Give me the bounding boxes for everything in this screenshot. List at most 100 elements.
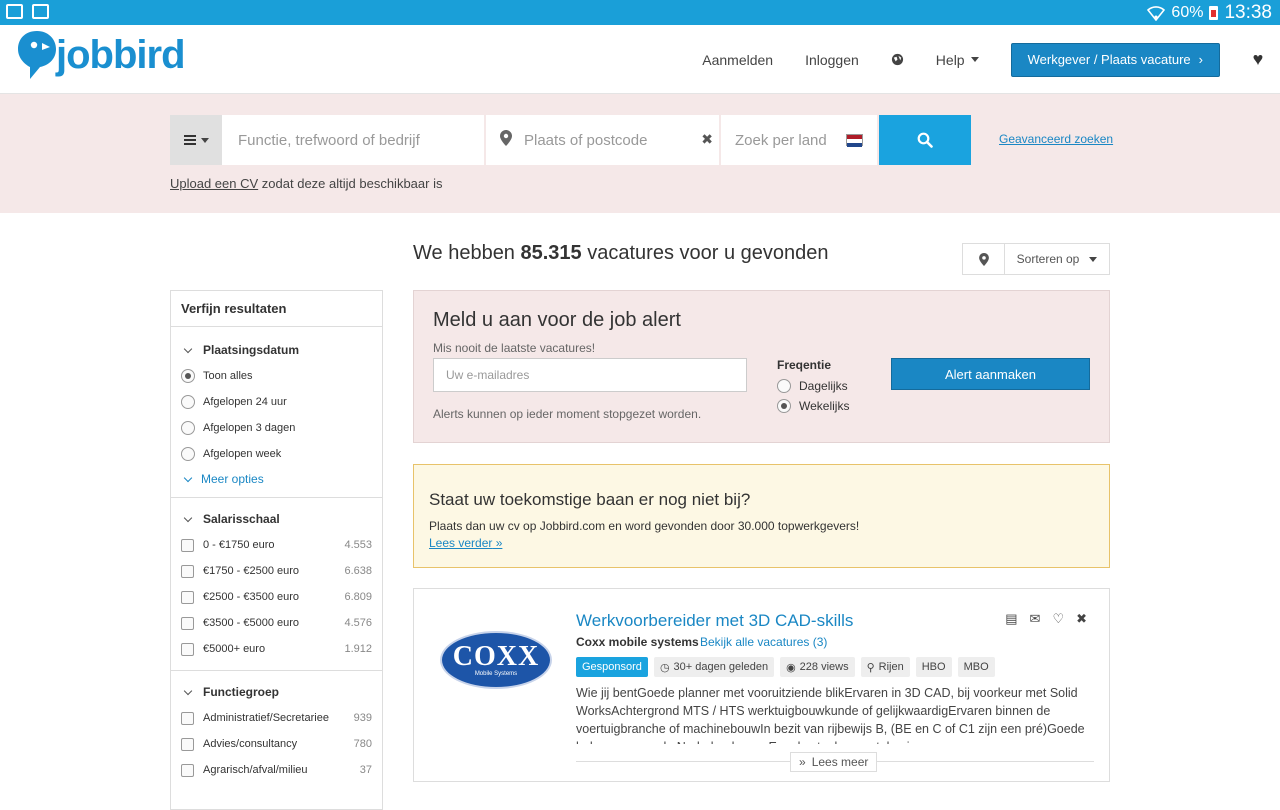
sort-dropdown[interactable]: Sorteren op [1005, 244, 1109, 274]
employer-post-vacancy-button[interactable]: Werkgever / Plaats vacature › [1010, 42, 1220, 77]
option-label: €1750 - €2500 euro [203, 565, 300, 577]
sponsored-badge: Gesponsord [576, 657, 648, 677]
company-logo[interactable]: COXX Mobile Systems [440, 631, 552, 689]
caret-down-icon [970, 57, 979, 62]
option-count: 4.576 [344, 617, 372, 629]
date-option[interactable]: Afgelopen 24 uur [181, 389, 372, 415]
date-option[interactable]: Afgelopen week [181, 441, 372, 467]
clear-location-icon[interactable]: ✖ [701, 131, 713, 148]
radio[interactable] [181, 395, 195, 409]
country-select[interactable]: Zoek per land [721, 115, 877, 165]
advanced-search-link[interactable]: Geavanceerd zoeken [999, 132, 1113, 146]
main-nav: Aanmelden Inloggen Help Werkgever / Plaa… [702, 25, 1280, 94]
caret-down-icon [200, 137, 209, 143]
search-button[interactable] [879, 115, 971, 165]
caret-down-icon [1089, 256, 1098, 262]
checkbox[interactable] [181, 616, 194, 630]
clock: 13:38 [1224, 2, 1272, 23]
option-count: 4.553 [344, 539, 372, 551]
views-tag: ◉ 228 views [780, 657, 855, 677]
checkbox[interactable] [181, 538, 194, 552]
favorites-heart-icon[interactable]: ♥ [1236, 49, 1280, 70]
job-alert-subtitle: Mis nooit de laatste vacatures! [433, 341, 596, 355]
heart-icon[interactable]: ♡ [1052, 611, 1064, 627]
checkbox[interactable] [181, 590, 194, 604]
help-dropdown[interactable]: Help [936, 52, 979, 68]
close-icon[interactable]: ✖ [1076, 611, 1087, 627]
salary-option[interactable]: €2500 - €3500 euro 6.809 [181, 584, 372, 610]
promo-title: Staat uw toekomstige baan er nog niet bi… [429, 490, 751, 509]
radio-selected[interactable] [181, 369, 195, 383]
read-more-link[interactable]: Lees verder » [429, 536, 502, 550]
group-option[interactable]: Advies/consultancy 780 [181, 731, 372, 757]
language-globe-icon[interactable] [891, 53, 904, 66]
more-options-link[interactable]: Meer opties [181, 467, 372, 491]
netherlands-flag-icon [846, 134, 863, 147]
salary-option[interactable]: €1750 - €2500 euro 6.638 [181, 558, 372, 584]
checkbox[interactable] [181, 737, 194, 751]
checkbox[interactable] [181, 564, 194, 578]
salary-option[interactable]: €3500 - €5000 euro 4.576 [181, 610, 372, 636]
chevron-down-icon [183, 686, 193, 695]
create-alert-button[interactable]: Alert aanmaken [891, 358, 1090, 390]
email-input[interactable]: Uw e-mailadres [433, 358, 747, 392]
salary-option[interactable]: €5000+ euro 1.912 [181, 636, 372, 662]
checkbox[interactable] [181, 763, 194, 777]
email-placeholder: Uw e-mailadres [446, 368, 530, 382]
keyword-placeholder: Functie, trefwoord of bedrijf [238, 131, 420, 149]
map-marker-icon: ⚲ [866, 661, 875, 674]
chevron-down-icon [183, 513, 193, 522]
function-group-header[interactable]: Functiegroep [181, 685, 372, 699]
register-link[interactable]: Aanmelden [702, 52, 773, 68]
group-option[interactable]: Administratief/Secretariee 939 [181, 705, 372, 731]
date-option[interactable]: Toon alles [181, 363, 372, 389]
jobbird-logo[interactable]: jobbird [16, 29, 186, 81]
status-bar: 60% 13:38 [0, 0, 1280, 25]
date-option[interactable]: Afgelopen 3 dagen [181, 415, 372, 441]
option-label: €3500 - €5000 euro [203, 617, 300, 629]
eye-icon: ◉ [786, 661, 796, 674]
date-filter-header[interactable]: Plaatsingsdatum [181, 343, 372, 357]
results-count: 85.315 [520, 242, 582, 264]
salary-option[interactable]: 0 - €1750 euro 4.553 [181, 532, 372, 558]
read-more-button[interactable]: » Lees meer [790, 752, 878, 772]
job-title-link[interactable]: Werkvoorbereider met 3D CAD-skills [576, 611, 853, 631]
refine-sidebar: Verfijn resultaten Plaatsingsdatum Toon … [170, 290, 383, 810]
upload-cv-link[interactable]: Upload een CV [170, 176, 258, 191]
more-options-label: Meer opties [201, 472, 264, 486]
checkbox[interactable] [181, 642, 194, 656]
envelope-icon[interactable]: ✉ [1030, 611, 1041, 627]
clock-icon: ◷ [659, 661, 670, 674]
map-marker-icon [500, 129, 512, 151]
group-option[interactable]: Agrarisch/afval/milieu 37 [181, 757, 372, 783]
document-icon[interactable]: ▤ [1005, 611, 1017, 627]
image-notification-icon [6, 4, 23, 19]
company-name: Coxx mobile systems [576, 635, 699, 649]
option-label: Afgelopen 24 uur [203, 396, 287, 408]
location-input[interactable]: Plaats of postcode ✖ [486, 115, 719, 165]
map-marker-icon [978, 252, 989, 266]
sort-by-distance-button[interactable] [963, 244, 1005, 274]
job-actions: ▤ ✉ ♡ ✖ [1005, 611, 1087, 627]
employer-button-label: Werkgever / Plaats vacature [1027, 52, 1191, 67]
salary-filter-header[interactable]: Salarisschaal [181, 512, 372, 526]
radio[interactable] [181, 421, 195, 435]
category-menu-button[interactable] [170, 115, 222, 165]
option-label: Toon alles [203, 370, 253, 382]
function-group-title: Functiegroep [203, 685, 280, 699]
frequency-daily-option[interactable]: Dagelijks [777, 376, 849, 396]
option-count: 939 [353, 712, 372, 724]
search-bar: Functie, trefwoord of bedrijf Plaats of … [170, 115, 971, 165]
all-company-vacancies-link[interactable]: Bekijk alle vacatures (3) [700, 635, 827, 649]
checkbox[interactable] [181, 711, 194, 725]
logo-text: COXX [452, 641, 540, 672]
frequency-weekly-option[interactable]: Wekelijks [777, 396, 849, 416]
option-label: Afgelopen 3 dagen [203, 422, 296, 434]
results-count-heading: We hebben 85.315 vacatures voor u gevond… [413, 242, 829, 265]
login-link[interactable]: Inloggen [805, 52, 859, 68]
location-label: Rijen [878, 661, 904, 673]
keyword-input[interactable]: Functie, trefwoord of bedrijf [222, 115, 484, 165]
radio[interactable] [777, 379, 791, 393]
radio-selected[interactable] [777, 399, 791, 413]
radio[interactable] [181, 447, 195, 461]
